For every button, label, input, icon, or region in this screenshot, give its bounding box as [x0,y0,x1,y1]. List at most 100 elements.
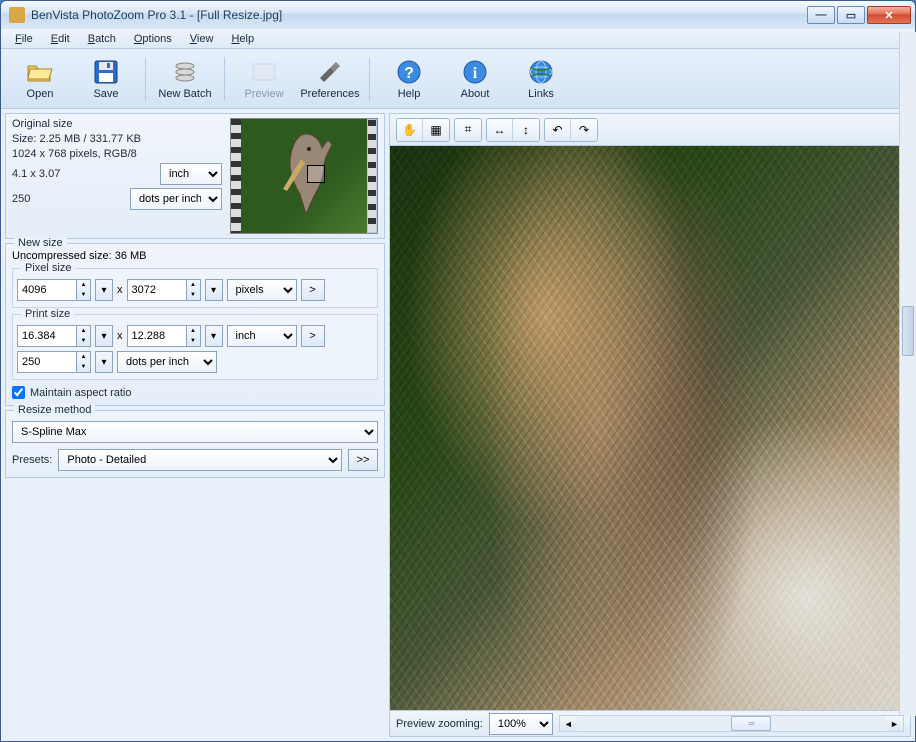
crop-tool-button[interactable]: ⌗ [455,119,481,141]
toolbar-separator [224,57,225,101]
preferences-label: Preferences [300,88,359,100]
globe-icon [527,58,555,86]
batch-icon [171,58,199,86]
resolution-input[interactable] [17,351,77,373]
scroll-left-button[interactable]: ◄ [560,716,577,731]
preview-bottom-bar: Preview zooming: 100% ◄ ═ ► [390,710,910,736]
original-phys-dim: 4.1 x 3.07 [12,168,60,180]
scrollbar-thumb[interactable]: ═ [731,716,771,731]
svg-text:i: i [473,65,478,82]
link-res-button[interactable]: ▾ [95,351,113,373]
spinner-icon[interactable]: ▲▼ [77,325,91,347]
scrollbar-thumb[interactable] [902,306,914,356]
open-button[interactable]: Open [9,53,71,105]
print-size-legend: Print size [21,308,74,320]
pixel-presets-button[interactable]: > [301,279,325,301]
aspect-ratio-label: Maintain aspect ratio [30,387,132,399]
pixel-size-legend: Pixel size [21,262,75,274]
original-size-bytes: Size: 2.25 MB / 331.77 KB [12,133,222,145]
menu-edit-label: dit [58,33,70,45]
preview-button: Preview [233,53,295,105]
new-batch-button[interactable]: New Batch [154,53,216,105]
open-label: Open [27,88,54,100]
rotate-ccw-icon: ↶ [552,123,562,137]
original-res-unit-select[interactable]: dots per inch [130,188,222,210]
menu-edit[interactable]: Edit [43,31,78,47]
menu-file-label: ile [22,33,33,45]
pixel-unit-select[interactable]: pixels [227,279,297,301]
focus-box[interactable] [307,165,325,183]
preview-zoom-label: Preview zooming: [396,718,483,730]
flip-vertical-button[interactable]: ↕ [513,119,539,141]
print-size-group: Print size ▲▼ ▾ x ▲▼ ▾ inch [12,314,378,380]
marquee-icon: ▦ [430,123,441,137]
close-button[interactable]: ✕ [867,6,911,24]
hand-tool-button[interactable]: ✋ [397,119,423,141]
spinner-icon[interactable]: ▲▼ [77,351,91,373]
thumbnail[interactable] [230,118,378,234]
aspect-ratio-checkbox[interactable] [12,386,25,399]
menu-batch-label: atch [95,33,116,45]
hand-icon: ✋ [402,123,417,137]
new-size-group: New size Uncompressed size: 36 MB Pixel … [5,243,385,406]
save-button[interactable]: Save [75,53,137,105]
left-panel: Original size Size: 2.25 MB / 331.77 KB … [5,113,385,737]
vertical-scrollbar[interactable] [899,109,915,716]
link-print-h-button[interactable]: ▾ [205,325,223,347]
help-button[interactable]: ? Help [378,53,440,105]
menu-help-label: elp [239,33,254,45]
menu-view-label: iew [197,33,214,45]
menu-batch[interactable]: Batch [80,31,124,47]
preview-canvas[interactable] [390,146,910,710]
uncompressed-size: Uncompressed size: 36 MB [12,250,378,262]
res-unit-select[interactable]: dots per inch [117,351,217,373]
presets-label: Presets: [12,454,52,466]
original-size-pixels: 1024 x 768 pixels, RGB/8 [12,148,222,160]
filmstrip-icon [231,119,241,233]
help-label: Help [398,88,421,100]
rotate-right-button[interactable]: ↷ [571,119,597,141]
preset-more-button[interactable]: >> [348,449,378,471]
app-icon [9,7,25,23]
flip-horizontal-button[interactable]: ↔ [487,119,513,141]
print-width-input[interactable] [17,325,77,347]
spinner-icon[interactable]: ▲▼ [77,279,91,301]
link-width-button[interactable]: ▾ [95,279,113,301]
menu-file[interactable]: File [7,31,41,47]
scroll-right-button[interactable]: ► [886,716,903,731]
info-icon: i [461,58,489,86]
preview-zoom-select[interactable]: 100% [489,713,553,735]
preview-panel: ✋ ▦ ⌗ ↔ ↕ ↶ ↷ [389,113,911,737]
menu-options[interactable]: Options [126,31,180,47]
marquee-tool-button[interactable]: ▦ [423,119,449,141]
resize-method-select[interactable]: S-Spline Max [12,421,378,443]
spinner-icon[interactable]: ▲▼ [187,325,201,347]
pixel-height-input[interactable] [127,279,187,301]
preferences-button[interactable]: Preferences [299,53,361,105]
about-label: About [461,88,490,100]
pixel-width-input[interactable] [17,279,77,301]
save-label: Save [93,88,118,100]
original-unit-select[interactable]: inch [160,163,222,185]
horizontal-scrollbar[interactable]: ◄ ═ ► [559,715,904,732]
maximize-button[interactable]: ▭ [837,6,865,24]
tools-icon [316,58,344,86]
preview-icon [250,58,278,86]
rotate-left-button[interactable]: ↶ [545,119,571,141]
flip-h-icon: ↔ [494,123,506,137]
print-unit-select[interactable]: inch [227,325,297,347]
resize-method-legend: Resize method [14,404,95,416]
menu-help[interactable]: Help [223,31,262,47]
preset-select[interactable]: Photo - Detailed [58,449,342,471]
minimize-button[interactable]: — [807,6,835,24]
spinner-icon[interactable]: ▲▼ [187,279,201,301]
crop-icon: ⌗ [465,122,472,137]
links-button[interactable]: Links [510,53,572,105]
menu-view[interactable]: View [182,31,222,47]
print-height-input[interactable] [127,325,187,347]
original-size-panel: Original size Size: 2.25 MB / 331.77 KB … [5,113,385,239]
print-presets-button[interactable]: > [301,325,325,347]
link-height-button[interactable]: ▾ [205,279,223,301]
about-button[interactable]: i About [444,53,506,105]
link-print-w-button[interactable]: ▾ [95,325,113,347]
